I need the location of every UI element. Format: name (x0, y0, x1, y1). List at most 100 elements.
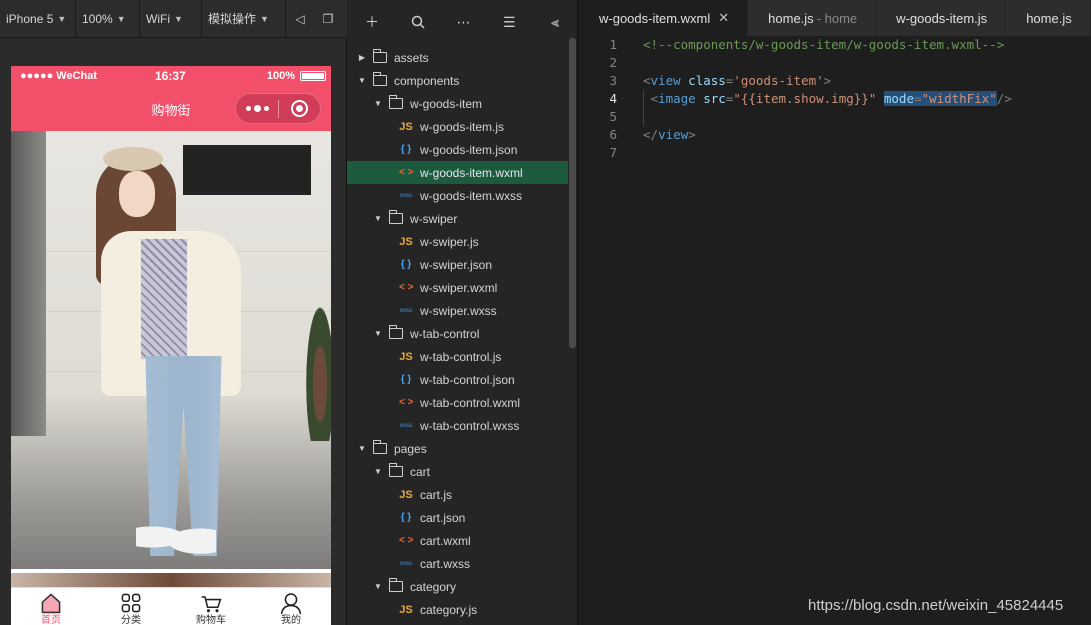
tab-label: 购物车 (196, 615, 226, 625)
js-file-icon: JS (399, 350, 413, 363)
collapse-all-button[interactable]: ☰ (498, 11, 520, 33)
chevron-down-icon[interactable]: ▼ (373, 467, 383, 476)
file-item[interactable]: { } w-tab-control.json (347, 368, 568, 391)
folder-item[interactable]: ▼ pages (347, 437, 568, 460)
explorer-toolbar: ＋ ⋯ ☰ ⫷ (347, 0, 577, 44)
file-item[interactable]: < > w-swiper.wxml (347, 276, 568, 299)
chevron-down-icon[interactable]: ▼ (373, 329, 383, 338)
code-line[interactable]: 2 (579, 54, 1091, 72)
simulate-label: 模拟操作 (208, 12, 257, 26)
line-text: <image src="{{item.show.img}}" mode="wid… (643, 90, 1012, 108)
menu-capsule (235, 93, 321, 124)
folder-icon (389, 578, 403, 592)
search-button[interactable] (407, 11, 429, 33)
file-name: cart.wxml (420, 533, 471, 548)
file-item[interactable]: wxss w-goods-item.wxss (347, 184, 568, 207)
code-line[interactable]: 6 </view> (579, 126, 1091, 144)
editor-tab[interactable]: home.js (1006, 0, 1091, 36)
file-item[interactable]: JS w-goods-item.js (347, 115, 568, 138)
js-file-icon: JS (399, 235, 413, 248)
chevron-down-icon[interactable]: ▼ (357, 444, 367, 453)
chevron-down-icon: ▼ (57, 13, 67, 24)
network-select[interactable]: WiFi ▼ (140, 0, 202, 38)
code-line[interactable]: 5 (579, 108, 1091, 126)
code-line[interactable]: 3 <view class='goods-item'> (579, 72, 1091, 90)
folder-item[interactable]: ▼ w-goods-item (347, 92, 568, 115)
code-token: "{{item.show.img}}" (733, 91, 877, 106)
chevron-down-icon[interactable]: ▼ (357, 76, 367, 85)
next-goods-image[interactable] (11, 573, 331, 587)
tab-label: 分类 (121, 615, 141, 625)
file-name: w-tab-control.js (420, 349, 502, 364)
wxml-file-icon: < > (399, 535, 414, 546)
chevron-down-icon[interactable]: ▼ (373, 214, 383, 223)
folder-item[interactable]: ▼ cart (347, 460, 568, 483)
plant-shape (296, 251, 331, 441)
close-icon[interactable]: ✕ (718, 10, 729, 26)
code-area[interactable]: 1 <!--components/w-goods-item/w-goods-ite… (579, 36, 1091, 162)
file-item[interactable]: JS w-swiper.js (347, 230, 568, 253)
goods-image[interactable] (11, 131, 331, 569)
file-name: cart.js (420, 487, 453, 502)
file-item[interactable]: JS w-tab-control.js (347, 345, 568, 368)
code-token: /> (996, 91, 1012, 106)
file-item[interactable]: < > w-tab-control.wxml (347, 391, 568, 414)
window-icon: ❐ (322, 11, 334, 26)
folder-item[interactable]: ▼ w-swiper (347, 207, 568, 230)
file-item[interactable]: { } cart.json (347, 506, 568, 529)
file-item[interactable]: wxss cart.wxss (347, 552, 568, 575)
file-item[interactable]: wxss w-tab-control.wxss (347, 414, 568, 437)
code-line[interactable]: 4 <image src="{{item.show.img}}" mode="w… (579, 90, 1091, 108)
editor-tab[interactable]: w-goods-item.wxml ✕ (579, 0, 749, 36)
close-miniprogram-button[interactable] (279, 93, 320, 124)
line-text: <!--components/w-goods-item/w-goods-item… (643, 36, 1004, 54)
code-token: class (680, 73, 726, 88)
folder-item[interactable]: ▶ assets (347, 46, 568, 69)
code-line[interactable]: 1 <!--components/w-goods-item/w-goods-ite… (579, 36, 1091, 54)
chevron-down-icon: ▼ (116, 13, 126, 24)
code-token: < (643, 73, 651, 88)
simulator-panel: iPhone 5 ▼ 100% ▼ WiFi ▼ 模拟操作 ▼ ◁ ❐ ●●●●… (0, 0, 347, 625)
chevron-down-icon[interactable]: ▼ (373, 99, 383, 108)
model-shirt (141, 239, 187, 359)
code-token: > (823, 73, 832, 88)
add-file-button[interactable]: ＋ (361, 11, 383, 33)
folder-item[interactable]: ▼ category (347, 575, 568, 598)
explorer-scrollbar[interactable] (569, 38, 576, 348)
device-select[interactable]: iPhone 5 ▼ (0, 0, 76, 38)
status-bar: ●●●●● WeChat 16:37 100% (11, 66, 331, 86)
zoom-select[interactable]: 100% ▼ (76, 0, 140, 38)
simulate-action-select[interactable]: 模拟操作 ▼ (202, 0, 286, 38)
file-item[interactable]: < > w-goods-item.wxml (347, 161, 568, 184)
tab-profile[interactable]: 我的 (251, 588, 331, 625)
folder-icon (373, 440, 387, 454)
code-line[interactable]: 7 (579, 144, 1091, 162)
file-name: w-goods-item.json (420, 142, 518, 157)
detach-window-button[interactable]: ❐ (314, 0, 342, 38)
folder-item[interactable]: ▼ components (347, 69, 568, 92)
mute-button[interactable]: ◁ (286, 0, 314, 38)
folder-icon (389, 210, 403, 224)
chevron-right-icon[interactable]: ▶ (357, 53, 367, 62)
tab-cart[interactable]: 购物车 (171, 588, 251, 625)
file-item[interactable]: JS cart.js (347, 483, 568, 506)
folder-item[interactable]: ▼ w-tab-control (347, 322, 568, 345)
more-options-button[interactable]: ⋯ (453, 11, 475, 33)
toggle-panel-button[interactable]: ⫷ (544, 11, 566, 33)
editor-tab[interactable]: home.js - home (748, 0, 877, 36)
file-item[interactable]: wxss w-swiper.wxss (347, 299, 568, 322)
file-item[interactable]: { } w-swiper.json (347, 253, 568, 276)
code-token: image (658, 91, 696, 106)
chevron-down-icon[interactable]: ▼ (373, 582, 383, 591)
editor-tab[interactable]: w-goods-item.js (876, 0, 1007, 36)
tab-category[interactable]: 分类 (91, 588, 171, 625)
tab-home[interactable]: 首页 (11, 588, 91, 625)
file-item[interactable]: < > cart.wxml (347, 529, 568, 552)
code-token: view (658, 127, 689, 142)
dot-icon (253, 105, 261, 112)
file-item[interactable]: { } w-goods-item.json (347, 138, 568, 161)
file-item[interactable]: JS category.js (347, 598, 568, 621)
more-button[interactable] (236, 93, 278, 124)
file-name: w-swiper (410, 211, 458, 226)
code-token: "widthFix" (921, 91, 997, 106)
